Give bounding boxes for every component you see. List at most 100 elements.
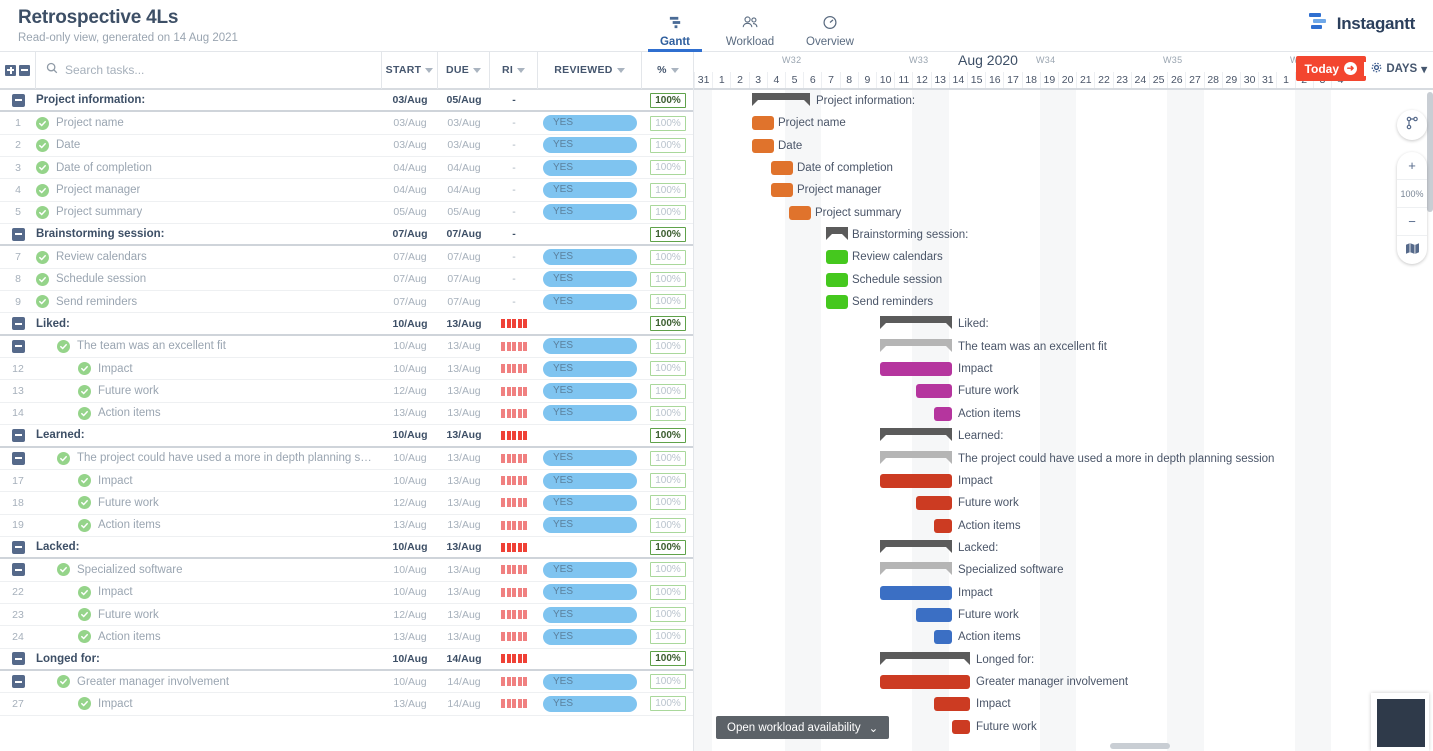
gantt-row[interactable]: The project could have used a more in de…: [694, 448, 1433, 470]
task-name-cell[interactable]: Brainstorming session:: [36, 224, 382, 244]
task-name-cell[interactable]: Impact: [36, 693, 382, 714]
table-row[interactable]: 14 Action items 13/Aug 13/Aug YES 100%: [0, 403, 694, 426]
gantt-row[interactable]: Schedule session: [694, 269, 1433, 291]
reviewed-badge[interactable]: YES: [543, 450, 637, 467]
task-name-cell[interactable]: Impact: [36, 582, 382, 603]
task-name-cell[interactable]: Project summary: [36, 202, 382, 223]
gantt-row[interactable]: Action items: [694, 403, 1433, 425]
reviewed-badge[interactable]: YES: [543, 517, 637, 534]
gantt-summary-bar[interactable]: [880, 316, 952, 330]
collapse-toggle-icon[interactable]: [11, 317, 25, 331]
reviewed-badge[interactable]: YES: [543, 338, 637, 355]
task-complete-icon[interactable]: [57, 675, 70, 689]
collapse-toggle-icon[interactable]: [11, 93, 25, 107]
table-row[interactable]: 13 Future work 12/Aug 13/Aug YES 100%: [0, 380, 694, 403]
task-name-cell[interactable]: Project manager: [36, 179, 382, 200]
gantt-task-bar[interactable]: [752, 138, 774, 153]
today-button[interactable]: Today ➜: [1295, 56, 1366, 81]
gantt-task-bar[interactable]: [826, 250, 848, 265]
reviewed-badge[interactable]: YES: [543, 271, 637, 288]
gantt-row[interactable]: Date of completion: [694, 157, 1433, 179]
gantt-task-bar[interactable]: [880, 473, 952, 488]
column-header-ri[interactable]: RI: [490, 51, 538, 89]
filter-icon[interactable]: [616, 67, 625, 73]
task-complete-icon[interactable]: [78, 496, 91, 510]
gantt-row[interactable]: Action items: [694, 626, 1433, 648]
filter-icon[interactable]: [670, 67, 679, 73]
filter-icon[interactable]: [517, 67, 526, 73]
filter-icon[interactable]: [425, 67, 434, 73]
task-complete-icon[interactable]: [78, 406, 91, 420]
table-row[interactable]: 4 Project manager 04/Aug 04/Aug - YES 100%: [0, 179, 694, 202]
gantt-row[interactable]: Greater manager involvement: [694, 671, 1433, 693]
table-row[interactable]: Liked: 10/Aug 13/Aug 100%: [0, 313, 694, 336]
task-name-cell[interactable]: Project information:: [36, 90, 382, 110]
task-complete-icon[interactable]: [36, 161, 49, 175]
table-row[interactable]: 12 Impact 10/Aug 13/Aug YES 100%: [0, 358, 694, 381]
task-name-cell[interactable]: Longed for:: [36, 649, 382, 669]
reviewed-badge[interactable]: YES: [543, 673, 637, 690]
table-row[interactable]: The project could have used a more in de…: [0, 448, 694, 470]
task-complete-icon[interactable]: [36, 250, 49, 264]
task-complete-icon[interactable]: [36, 272, 49, 286]
task-complete-icon[interactable]: [78, 474, 91, 488]
reviewed-badge[interactable]: YES: [543, 472, 637, 489]
reviewed-badge[interactable]: YES: [543, 360, 637, 377]
gantt-row[interactable]: Future work: [694, 492, 1433, 514]
task-name-cell[interactable]: Learned:: [36, 425, 382, 445]
table-row[interactable]: 5 Project summary 05/Aug 05/Aug - YES 100%: [0, 202, 694, 225]
gantt-summary-bar[interactable]: [826, 227, 848, 241]
gantt-row[interactable]: Impact: [694, 470, 1433, 492]
table-row[interactable]: 3 Date of completion 04/Aug 04/Aug - YES 100%: [0, 157, 694, 180]
gantt-row[interactable]: Review calendars: [694, 246, 1433, 268]
collapse-toggle-icon[interactable]: [11, 675, 25, 689]
task-name-cell[interactable]: Impact: [36, 358, 382, 379]
gantt-task-bar[interactable]: [752, 116, 774, 131]
gantt-row[interactable]: Specialized software: [694, 559, 1433, 581]
gantt-row[interactable]: Project manager: [694, 179, 1433, 201]
vertical-scrollbar[interactable]: [1427, 92, 1433, 212]
gantt-row[interactable]: Project summary: [694, 202, 1433, 224]
gantt-task-bar[interactable]: [934, 697, 970, 712]
collapse-toggle-icon[interactable]: [11, 227, 25, 241]
table-row[interactable]: 19 Action items 13/Aug 13/Aug YES 100%: [0, 515, 694, 537]
task-name-cell[interactable]: Review calendars: [36, 246, 382, 267]
gantt-task-bar[interactable]: [789, 205, 811, 220]
gantt-task-bar[interactable]: [934, 630, 952, 645]
task-complete-icon[interactable]: [78, 518, 91, 532]
task-name-cell[interactable]: Specialized software: [36, 559, 382, 580]
reviewed-badge[interactable]: YES: [543, 137, 637, 154]
reviewed-badge[interactable]: YES: [543, 293, 637, 310]
gantt-task-bar[interactable]: [916, 496, 952, 511]
dependencies-button[interactable]: [1397, 110, 1427, 140]
table-row[interactable]: Project information: 03/Aug 05/Aug - 100%: [0, 90, 694, 113]
task-name-cell[interactable]: Schedule session: [36, 269, 382, 290]
tab-gantt[interactable]: Gantt: [640, 0, 710, 52]
task-complete-icon[interactable]: [78, 630, 91, 644]
table-row[interactable]: The team was an excellent fit 10/Aug 13/Au…: [0, 336, 694, 359]
tab-overview[interactable]: Overview: [790, 0, 870, 52]
task-name-cell[interactable]: Future work: [36, 604, 382, 625]
table-row[interactable]: Lacked: 10/Aug 13/Aug 100%: [0, 536, 694, 560]
table-row[interactable]: 17 Impact 10/Aug 13/Aug YES 100%: [0, 470, 694, 493]
table-row[interactable]: 1 Project name 03/Aug 03/Aug - YES 100%: [0, 112, 694, 135]
task-name-cell[interactable]: Liked:: [36, 313, 382, 333]
gantt-summary-bar[interactable]: [880, 450, 952, 464]
table-row[interactable]: 2 Date 03/Aug 03/Aug - YES 100%: [0, 135, 694, 158]
gantt-row[interactable]: The team was an excellent fit: [694, 336, 1433, 358]
task-name-cell[interactable]: Impact: [36, 470, 382, 491]
filter-icon[interactable]: [473, 67, 482, 73]
table-row[interactable]: 24 Action items 13/Aug 13/Aug YES 100%: [0, 626, 694, 649]
table-row[interactable]: 9 Send reminders 07/Aug 07/Aug - YES 100%: [0, 291, 694, 314]
reviewed-badge[interactable]: YES: [543, 405, 637, 422]
gantt-summary-bar[interactable]: [880, 428, 952, 442]
expand-all-icon[interactable]: [5, 64, 16, 76]
gantt-row[interactable]: Brainstorming session:: [694, 224, 1433, 246]
reviewed-badge[interactable]: YES: [543, 115, 637, 132]
gantt-task-bar[interactable]: [952, 719, 970, 734]
gantt-row[interactable]: Liked:: [694, 313, 1433, 335]
gantt-task-bar[interactable]: [916, 384, 952, 399]
task-complete-icon[interactable]: [57, 563, 70, 577]
reviewed-badge[interactable]: YES: [543, 695, 637, 712]
gantt-row[interactable]: Impact: [694, 358, 1433, 380]
